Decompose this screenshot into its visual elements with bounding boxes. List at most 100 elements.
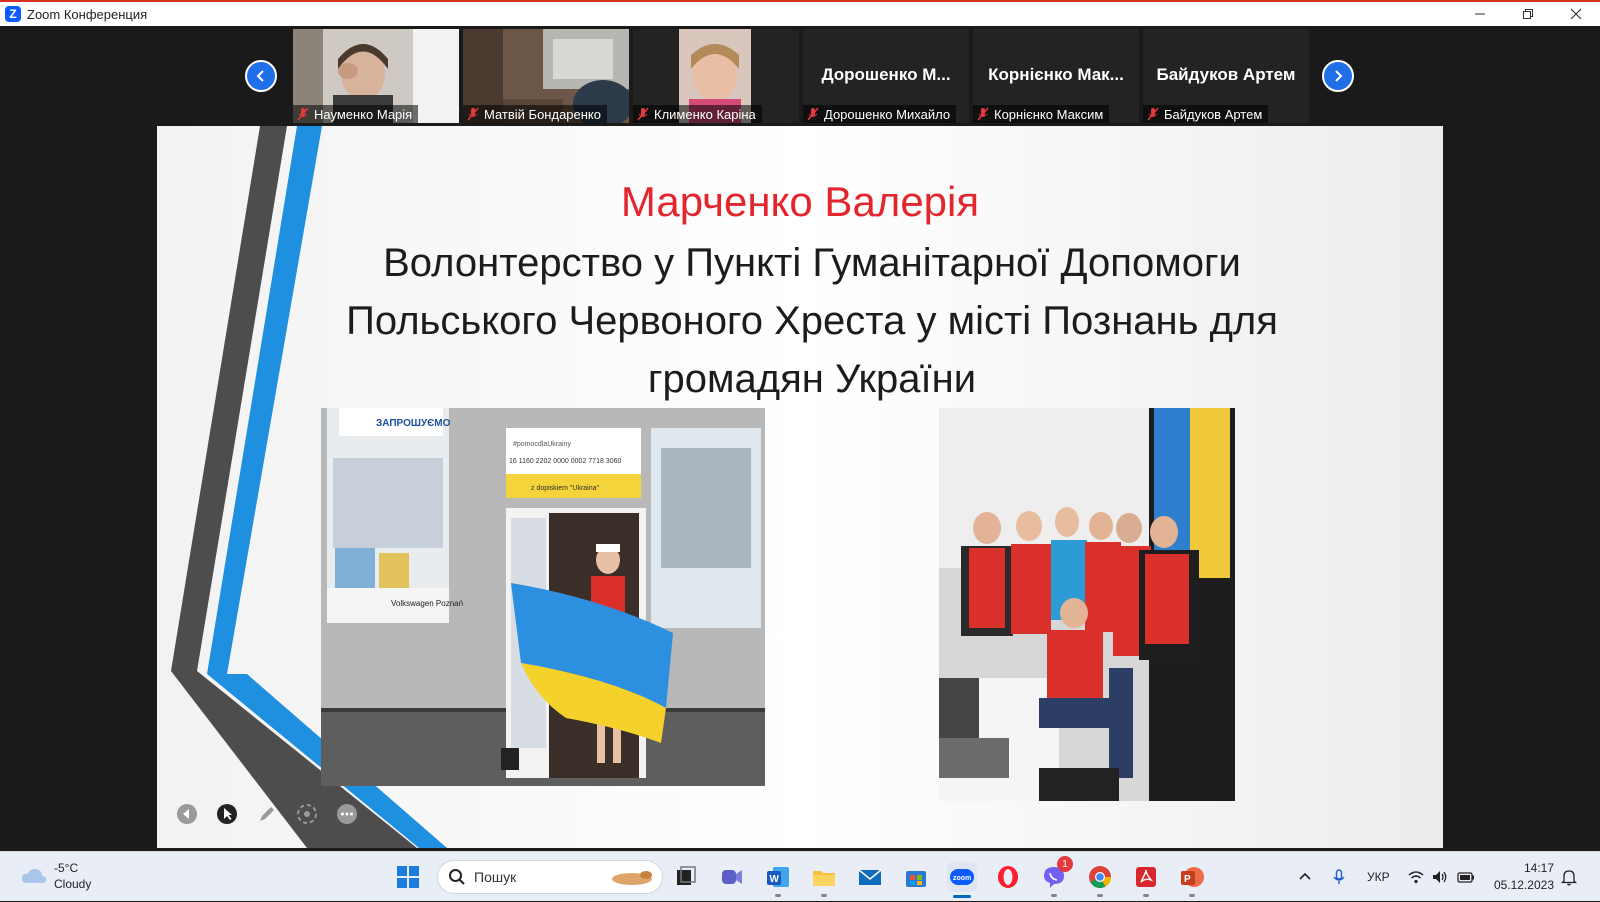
zoom-slide-button[interactable] bbox=[295, 802, 319, 826]
sign-account: 16 1160 2202 0000 0002 7718 3060 bbox=[509, 458, 621, 465]
pen-button[interactable] bbox=[255, 802, 279, 826]
windows-taskbar: -5°C Cloudy Пошук W zoom 1 P УКР 14:17 0… bbox=[0, 851, 1600, 901]
participant-name: Клименко Каріна bbox=[654, 106, 756, 122]
participant-name-tile[interactable]: Байдуков Артем Байдуков Артем bbox=[1143, 29, 1309, 123]
taskbar-word[interactable]: W bbox=[763, 862, 793, 897]
prev-page-button[interactable] bbox=[245, 60, 277, 92]
svg-text:zoom: zoom bbox=[953, 875, 971, 882]
participant-name: Науменко Марія bbox=[314, 106, 413, 122]
powerpoint-icon: P bbox=[1181, 867, 1204, 887]
participant-name-bar: Науменко Марія bbox=[293, 105, 419, 123]
slide-photo-doorway: Volkswagen Poznań ЗАПРОШУЄМО #pomocdlaUk… bbox=[321, 408, 765, 786]
notifications-button[interactable] bbox=[1560, 852, 1578, 902]
zoom-icon: zoom bbox=[950, 869, 974, 885]
sign-welcome: ЗАПРОШУЄМО bbox=[376, 418, 451, 429]
minimize-button[interactable] bbox=[1456, 2, 1504, 26]
word-icon: W bbox=[767, 867, 789, 887]
taskbar-acrobat[interactable] bbox=[1131, 862, 1161, 897]
mic-muted-icon bbox=[1147, 107, 1159, 121]
participant-name-bar: Клименко Каріна bbox=[633, 105, 762, 123]
chrome-icon bbox=[1089, 866, 1111, 888]
participant-name-tile[interactable]: Дорошенко М... Дорошенко Михайло bbox=[803, 29, 969, 123]
slide-photo-group bbox=[939, 408, 1235, 801]
taskbar-powerpoint[interactable]: P bbox=[1177, 862, 1207, 897]
language-indicator: УКР bbox=[1367, 870, 1390, 884]
taskbar-meet[interactable] bbox=[717, 862, 747, 892]
tray-language[interactable]: УКР bbox=[1367, 852, 1390, 902]
next-page-button[interactable] bbox=[1322, 60, 1354, 92]
taskbar-opera[interactable] bbox=[993, 862, 1023, 892]
folder-icon bbox=[813, 871, 835, 886]
sign-hashtag: #pomocdlaUkrainy bbox=[513, 441, 571, 448]
participant-display-name: Байдуков Артем bbox=[1156, 65, 1296, 84]
cloud-icon bbox=[21, 868, 47, 883]
slide-title-line: Польського Червоного Хреста у місті Позн… bbox=[346, 299, 1278, 343]
participant-name-bar: Дорошенко Михайло bbox=[803, 105, 957, 123]
bell-icon bbox=[1560, 870, 1578, 886]
shared-slide: Марченко Валерія Волонтерство у Пункті Г… bbox=[157, 126, 1443, 848]
taskbar-clock[interactable]: 14:17 05.12.2023 bbox=[1494, 860, 1554, 894]
taskbar-viber[interactable]: 1 bbox=[1039, 856, 1073, 897]
taskbar-chrome[interactable] bbox=[1085, 862, 1115, 897]
start-button[interactable] bbox=[393, 862, 423, 892]
participant-name: Корнієнко Максим bbox=[994, 106, 1104, 122]
participant-video-tile[interactable]: Клименко Каріна bbox=[633, 29, 799, 123]
tray-microphone[interactable] bbox=[1330, 852, 1348, 902]
arrow-left-icon bbox=[177, 804, 197, 824]
participant-strip: Науменко Марія Матвій Бондаренко Клименк… bbox=[0, 26, 1600, 124]
taskbar-task-view[interactable] bbox=[671, 862, 701, 892]
participant-name: Байдуков Артем bbox=[1164, 106, 1263, 122]
slide-title-line: Волонтерство у Пункті Гуманітарної Допом… bbox=[383, 241, 1241, 285]
participant-video-tile[interactable]: Науменко Марія bbox=[293, 29, 459, 123]
participant-name-bar: Байдуков Артем bbox=[1143, 105, 1269, 123]
participant-name-bar: Матвій Бондаренко bbox=[463, 105, 607, 123]
tray-battery[interactable] bbox=[1457, 852, 1475, 902]
taskbar-mail[interactable] bbox=[855, 862, 885, 892]
mic-muted-icon bbox=[977, 107, 989, 121]
participant-name-tile[interactable]: Корнієнко Мак... Корнієнко Максим bbox=[973, 29, 1139, 123]
participant-name: Матвій Бондаренко bbox=[484, 106, 601, 122]
tray-wifi[interactable] bbox=[1407, 852, 1425, 902]
chevron-up-icon bbox=[1299, 872, 1311, 880]
pointer-icon bbox=[217, 804, 237, 824]
taskbar-store[interactable] bbox=[901, 862, 931, 892]
more-icon bbox=[337, 804, 357, 824]
mic-muted-icon bbox=[297, 107, 309, 121]
chevron-left-icon bbox=[256, 70, 264, 82]
participant-display-name: Дорошенко М... bbox=[821, 65, 951, 84]
svg-text:P: P bbox=[1184, 874, 1191, 885]
taskbar-file-explorer[interactable] bbox=[809, 862, 839, 897]
sign-vw: Volkswagen Poznań bbox=[391, 599, 463, 608]
tray-overflow-button[interactable] bbox=[1296, 852, 1314, 902]
battery-icon bbox=[1457, 872, 1474, 883]
search-highlight-icon bbox=[612, 871, 652, 885]
tray-volume[interactable] bbox=[1431, 852, 1449, 902]
more-options-button[interactable] bbox=[335, 802, 359, 826]
video-chat-icon bbox=[722, 870, 742, 884]
taskbar-zoom[interactable]: zoom bbox=[947, 862, 977, 898]
slide-author-name: Марченко Валерія bbox=[620, 178, 980, 225]
weather-description: Cloudy bbox=[54, 877, 92, 891]
task-view-icon bbox=[677, 866, 696, 885]
pointer-button[interactable] bbox=[215, 802, 239, 826]
clock-time: 14:17 bbox=[1523, 861, 1554, 875]
zoom-app-icon: Z bbox=[5, 6, 21, 22]
participant-video-tile[interactable]: Матвій Бондаренко bbox=[463, 29, 629, 123]
pen-icon bbox=[260, 807, 274, 821]
mail-icon bbox=[858, 869, 882, 885]
participant-name-bar: Корнієнко Максим bbox=[973, 105, 1110, 123]
window-titlebar: Z Zoom Конференция bbox=[0, 0, 1600, 26]
weather-widget[interactable]: -5°C Cloudy bbox=[20, 860, 91, 892]
speaker-icon bbox=[1433, 871, 1447, 883]
wifi-icon bbox=[1408, 871, 1424, 884]
previous-slide-button[interactable] bbox=[175, 802, 199, 826]
pdf-icon bbox=[1136, 867, 1156, 887]
window-controls bbox=[1456, 2, 1600, 26]
taskbar-search[interactable]: Пошук bbox=[437, 860, 663, 894]
close-icon bbox=[1570, 8, 1582, 20]
close-button[interactable] bbox=[1552, 2, 1600, 26]
svg-text:W: W bbox=[770, 874, 780, 885]
restore-button[interactable] bbox=[1504, 2, 1552, 26]
store-icon bbox=[906, 871, 926, 887]
chevron-right-icon bbox=[1335, 70, 1343, 82]
